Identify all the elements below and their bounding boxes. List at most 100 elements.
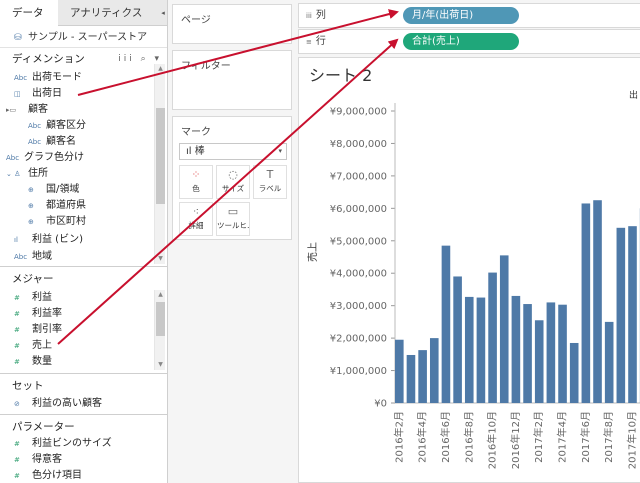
field-graph-color[interactable]: Abc グラフ色分け: [6, 150, 84, 166]
number-icon: #: [14, 310, 20, 318]
detail-button[interactable]: ⁖ 詳細: [179, 202, 213, 236]
tab-analytics[interactable]: アナリティクス: [58, 0, 160, 26]
columns-shelf-label: iii 列: [306, 4, 326, 28]
scroll-up-icon[interactable]: ▲: [155, 64, 166, 74]
columns-shelf[interactable]: iii 列 月/年(出荷日): [298, 3, 640, 28]
mark-type-value: ıl 棒: [186, 146, 205, 157]
string-icon: Abc: [28, 138, 42, 146]
scroll-thumb[interactable]: [156, 302, 165, 336]
field-label: 色分け項目: [32, 470, 82, 481]
field-ship-date[interactable]: ◫ 出荷日: [14, 86, 62, 102]
marks-title: マーク: [181, 127, 211, 138]
y-tick-label: ¥3,000,000: [330, 301, 387, 312]
pages-shelf[interactable]: ページ: [172, 4, 292, 44]
field-label: 国/領域: [46, 184, 80, 195]
field-profit[interactable]: # 利益: [14, 290, 52, 306]
x-tick-label: 2016年2月: [392, 411, 405, 463]
field-quantity[interactable]: # 数量: [14, 354, 52, 370]
bar: [534, 320, 544, 403]
date-icon: ◫: [14, 90, 21, 98]
scroll-down-icon[interactable]: ▼: [155, 254, 166, 264]
field-country[interactable]: ⊕ 国/領域: [28, 182, 79, 198]
field-customer-segment[interactable]: Abc 顧客区分: [28, 118, 86, 134]
dimensions-scrollbar[interactable]: ▲ ▼: [154, 64, 165, 264]
bar: [523, 304, 532, 403]
field-sales[interactable]: # 売上: [14, 338, 52, 354]
field-discount-rate[interactable]: # 割引率: [14, 322, 62, 338]
rows-pill[interactable]: 合計(売上): [403, 33, 519, 50]
field-label: グラフ色分け: [24, 152, 84, 163]
field-customer-name[interactable]: Abc 顧客名: [28, 134, 76, 150]
bar: [628, 226, 637, 403]
color-label: 色: [192, 184, 200, 193]
bar: [488, 272, 497, 403]
measures-header: メジャー: [0, 269, 167, 289]
tab-data[interactable]: データ: [0, 0, 58, 26]
rows-shelf[interactable]: ≡ 行 合計(売上): [298, 29, 640, 54]
sets-title: セット: [12, 380, 44, 392]
field-label: 売上: [32, 340, 52, 351]
datasource-item[interactable]: ⛁ サンプル - スーパーストア: [0, 27, 167, 48]
detail-label: 詳細: [188, 221, 204, 230]
collapse-pane-icon[interactable]: ◂: [158, 0, 167, 26]
hierarchy-icon: ⌄ ♙: [6, 170, 21, 178]
color-button[interactable]: ⁘ 色: [179, 165, 213, 199]
x-tick-label: 2017年4月: [556, 411, 569, 463]
field-city[interactable]: ⊕ 市区町村: [28, 214, 86, 230]
x-tick-label: 2016年6月: [439, 411, 452, 463]
shelves-pane: ページ フィルター マーク ıl 棒 ▾ ⁘ 色 ◌ サイズ T ラベル ⁖ 詳…: [169, 0, 295, 483]
filters-title: フィルター: [181, 61, 231, 72]
field-prefecture[interactable]: ⊕ 都道府県: [28, 198, 86, 214]
x-tick-label: 2017年2月: [532, 411, 545, 463]
rows-text: 行: [315, 36, 326, 47]
dimensions-title: ディメンション: [12, 53, 85, 65]
string-icon: Abc: [28, 122, 42, 130]
scroll-down-icon[interactable]: ▼: [155, 360, 166, 370]
number-icon: #: [14, 456, 20, 464]
bar: [604, 321, 614, 403]
tooltip-button[interactable]: ▭ ツールヒ…: [216, 202, 250, 236]
field-ship-mode[interactable]: Abc 出荷モード: [14, 70, 82, 86]
bar: [581, 203, 591, 403]
param-color-item[interactable]: # 色分け項目: [14, 468, 82, 483]
field-label: 利益 (ビン): [32, 234, 83, 245]
number-icon: #: [14, 342, 20, 350]
bar: [406, 354, 416, 403]
parameters-title: パラメーター: [12, 421, 75, 433]
field-region[interactable]: Abc 地域: [14, 249, 52, 265]
label-button[interactable]: T ラベル: [253, 165, 287, 199]
param-top-customers[interactable]: # 得意客: [14, 452, 62, 468]
number-icon: #: [14, 472, 20, 480]
param-profit-bin-size[interactable]: # 利益ビンのサイズ: [14, 436, 112, 452]
y-tick-label: ¥9,000,000: [330, 107, 387, 118]
measures-scrollbar[interactable]: ▲ ▼: [154, 290, 165, 370]
mark-type-select[interactable]: ıl 棒 ▾: [179, 143, 287, 160]
scroll-thumb[interactable]: [156, 108, 165, 204]
bar: [499, 255, 509, 403]
field-profit-rate[interactable]: # 利益率: [14, 306, 62, 322]
number-icon: #: [14, 358, 20, 366]
number-icon: #: [14, 326, 20, 334]
field-profit-bin[interactable]: ıl 利益 (ビン): [14, 232, 83, 248]
set-high-profit-customers[interactable]: ⊘ 利益の高い顧客: [14, 396, 102, 412]
divider: [0, 373, 167, 374]
bar-chart[interactable]: ¥0 ¥1,000,000 ¥2,000,000 ¥3,000,000 ¥4,000,0…: [299, 58, 640, 482]
filters-shelf[interactable]: フィルター: [172, 50, 292, 110]
scroll-up-icon[interactable]: ▲: [155, 290, 166, 300]
size-button[interactable]: ◌ サイズ: [216, 165, 250, 199]
string-icon: Abc: [6, 154, 20, 162]
bar: [593, 200, 602, 403]
field-label: 利益率: [32, 308, 62, 319]
field-label: 顧客区分: [46, 120, 86, 131]
marks-card: マーク ıl 棒 ▾ ⁘ 色 ◌ サイズ T ラベル ⁖ 詳細 ▭ ツールヒ…: [172, 116, 292, 240]
bar: [395, 339, 404, 403]
y-tick-label: ¥1,000,000: [330, 366, 387, 377]
columns-pill[interactable]: 月/年(出荷日): [403, 7, 519, 24]
worksheet[interactable]: シート 2 出 ¥0 ¥1,000,000 ¥2,000,000 ¥3,000,000…: [298, 57, 640, 483]
folder-customer[interactable]: ▸▭ 顧客: [6, 102, 48, 118]
detail-icon: ⁖: [192, 205, 200, 218]
size-label: サイズ: [221, 184, 245, 193]
view-area: iii 列 月/年(出荷日) ≡ 行 合計(売上) シート 2 出 ¥0 ¥1,000…: [295, 0, 640, 483]
y-tick-label: ¥7,000,000: [330, 171, 387, 182]
folder-address[interactable]: ⌄ ♙ 住所: [6, 166, 48, 182]
